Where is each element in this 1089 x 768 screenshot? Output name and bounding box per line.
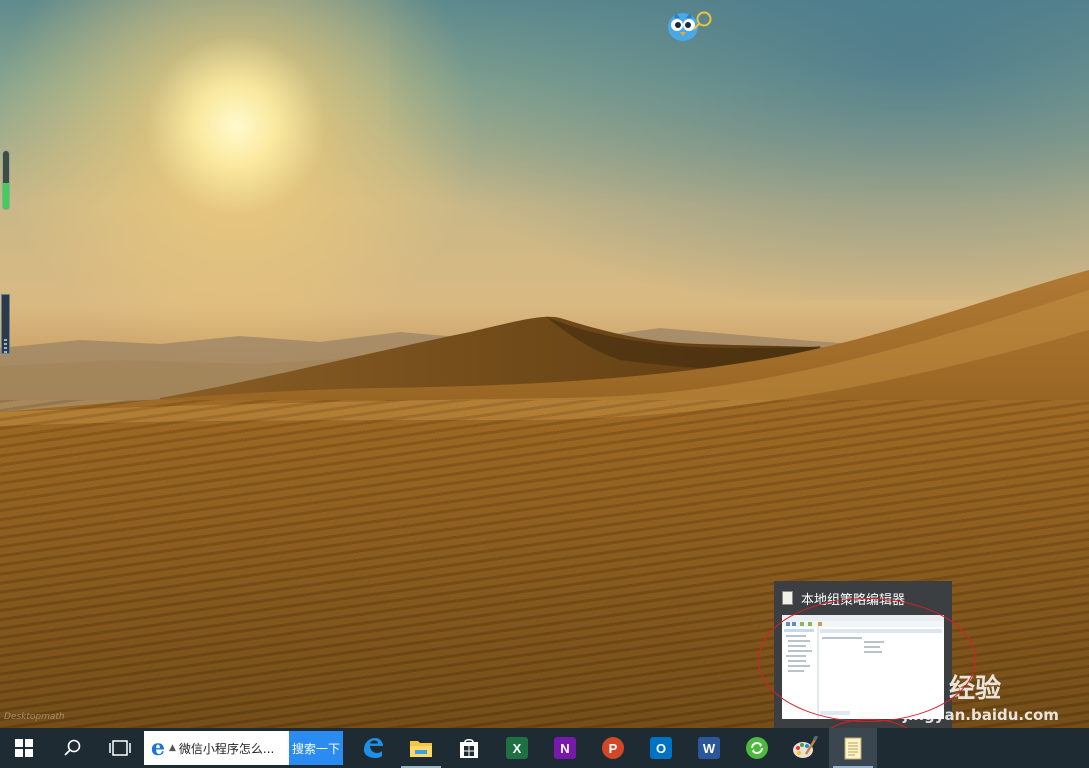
search-go-button[interactable]: 搜索一下 <box>289 731 343 765</box>
taskbar-app-onenote[interactable]: N <box>541 728 589 768</box>
watermark-brand-cn: 经验 <box>949 674 1002 704</box>
powerpoint-icon: P <box>602 737 624 759</box>
notepad-icon <box>844 737 862 760</box>
paint-icon <box>793 736 818 758</box>
onenote-icon: N <box>554 737 576 759</box>
desktop-corner-label: Desktopmath <box>4 712 65 722</box>
sky <box>389 0 1089 300</box>
task-view-button[interactable] <box>96 728 144 768</box>
store-icon <box>460 738 478 758</box>
windows-logo-icon <box>15 739 33 757</box>
taskbar-web-search[interactable]: e ▲ 微信小程序怎么... <box>144 731 289 765</box>
taskbar-app-outlook[interactable]: O <box>637 728 685 768</box>
notepad-icon <box>782 591 793 605</box>
preview-title: 本地组策略编辑器 <box>801 592 906 608</box>
taskbar-app-group-policy[interactable] <box>829 728 877 768</box>
meter-fill <box>3 182 9 209</box>
folder-icon <box>410 741 432 757</box>
memory-meter-widget[interactable] <box>1 294 10 354</box>
preview-title-bar: 本地组策略编辑器 <box>782 587 944 609</box>
taskbar-app-update[interactable] <box>733 728 781 768</box>
search-query[interactable]: 微信小程序怎么... <box>179 740 274 757</box>
meter-tick <box>4 339 7 341</box>
meter-tick <box>4 351 7 353</box>
meter-tick <box>4 347 7 349</box>
owl-pet-icon[interactable] <box>666 7 712 43</box>
taskbar-app-paint[interactable] <box>781 728 829 768</box>
taskbar-app-excel[interactable]: X <box>493 728 541 768</box>
chevron-down-icon[interactable]: ▲ <box>169 743 176 753</box>
taskbar-app-word[interactable]: W <box>685 728 733 768</box>
taskbar: e ▲ 微信小程序怎么... 搜索一下 X N P O W <box>0 728 1089 768</box>
edge-icon <box>364 738 383 758</box>
taskbar-app-edge[interactable] <box>349 728 397 768</box>
meter-tick <box>4 343 7 345</box>
watermark-url: jingyan.baidu.com <box>903 706 1059 724</box>
search-icon <box>64 739 81 756</box>
outlook-icon: O <box>650 737 672 759</box>
start-button[interactable] <box>0 728 48 768</box>
excel-icon: X <box>506 737 528 759</box>
watermark-brand: Baidu <box>819 662 919 700</box>
ie-icon: e <box>151 735 165 761</box>
refresh-icon <box>746 737 768 759</box>
cpu-meter-widget[interactable] <box>2 150 10 210</box>
taskbar-app-store[interactable] <box>445 728 493 768</box>
taskbar-app-explorer[interactable] <box>397 728 445 768</box>
task-view-icon <box>109 740 131 756</box>
search-button[interactable] <box>48 728 96 768</box>
taskbar-app-powerpoint[interactable]: P <box>589 728 637 768</box>
word-icon: W <box>698 737 720 759</box>
